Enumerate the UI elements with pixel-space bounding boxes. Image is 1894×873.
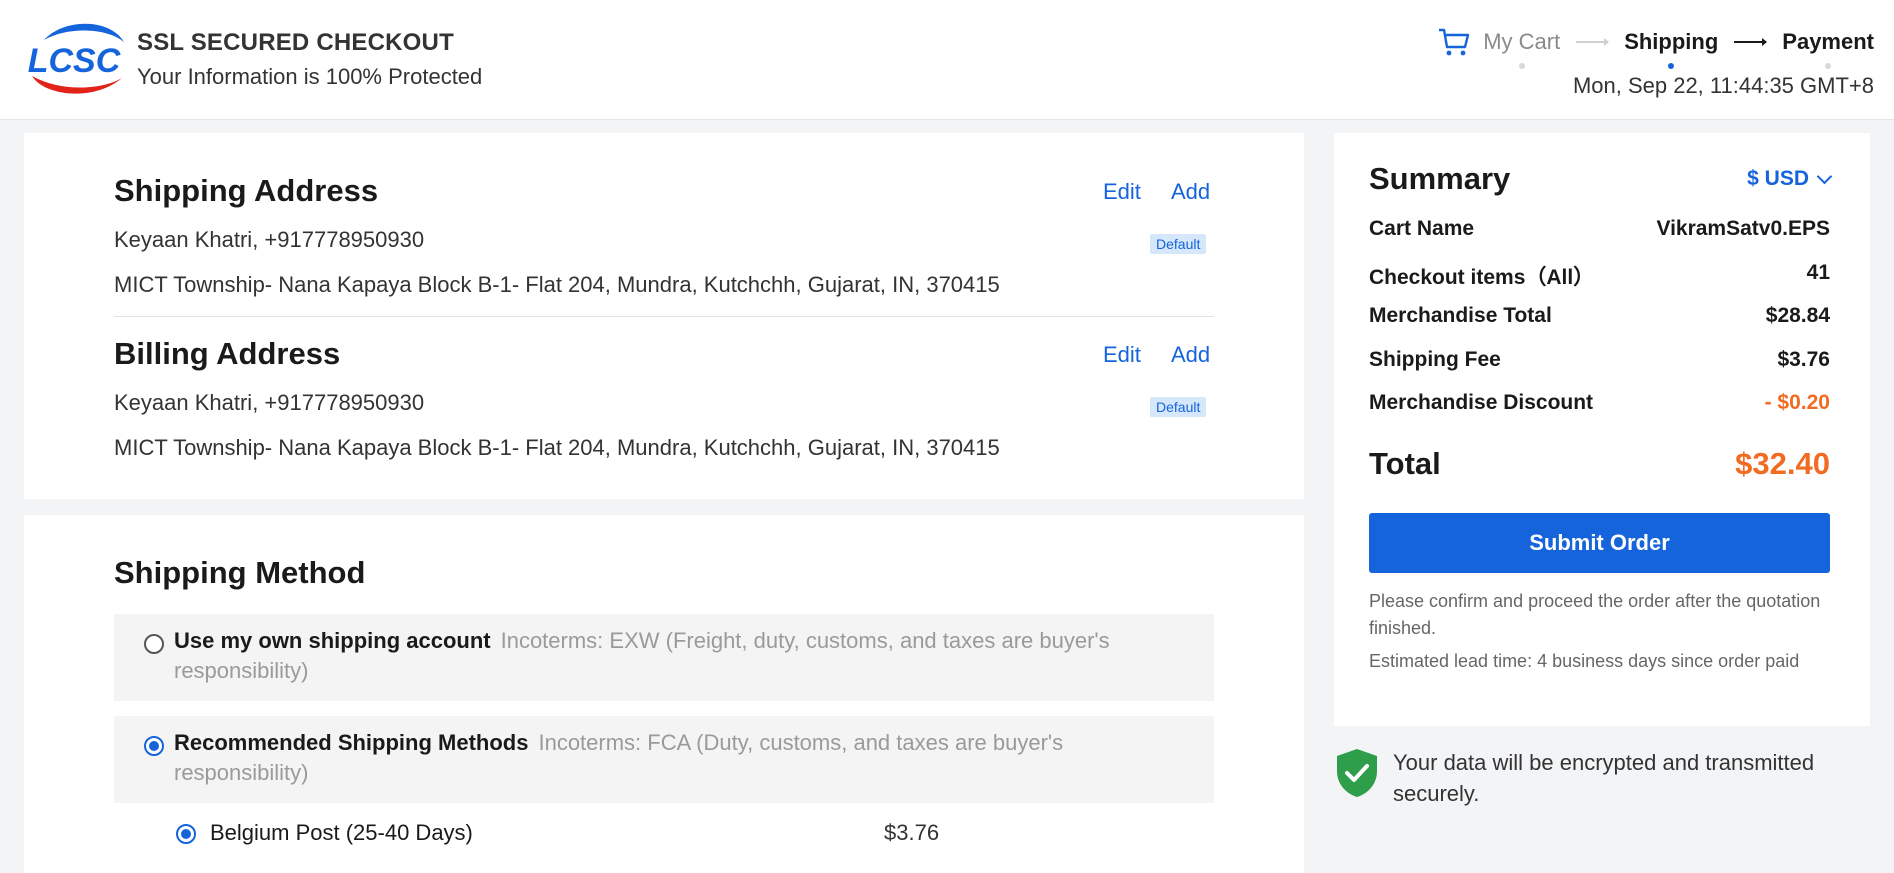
summary-total-row: Total $32.40 xyxy=(1369,446,1830,482)
step-dot xyxy=(1825,63,1832,69)
row-value: VikramSatv0.EPS xyxy=(1656,217,1830,240)
brand-subtitle: Your Information is 100% Protected xyxy=(137,64,483,89)
row-label: Merchandise Total xyxy=(1369,304,1552,327)
currency-label: $ USD xyxy=(1747,167,1809,190)
belgium-post-label[interactable]: Belgium Post (25-40 Days) xyxy=(210,820,473,846)
summary-row-discount: Merchandise Discount - $0.20 xyxy=(1369,391,1830,421)
row-label: Cart Name xyxy=(1369,217,1475,240)
quotation-note: Please confirm and proceed the order aft… xyxy=(1369,591,1821,638)
total-label: Total xyxy=(1369,446,1441,481)
billing-address-add-link[interactable]: Add xyxy=(1171,342,1210,368)
checkout-steps: My Cart Shipping Payment xyxy=(1437,24,1874,69)
currency-selector[interactable]: $ USD xyxy=(1747,167,1833,191)
row-value: $28.84 xyxy=(1765,304,1830,327)
shipping-option-own-account[interactable]: Use my own shipping account Incoterms: EX… xyxy=(114,614,1214,701)
chevron-down-icon xyxy=(1816,168,1833,184)
step-shipping: Shipping xyxy=(1624,29,1719,69)
summary-row-checkout-items: Checkout items（All） 41 xyxy=(1369,261,1830,291)
lcsc-logo[interactable]: LCSC xyxy=(24,20,126,100)
default-badge: Default xyxy=(1150,234,1207,254)
billing-address-edit-link[interactable]: Edit xyxy=(1103,342,1141,368)
step-arrow xyxy=(1734,38,1768,46)
step-dot xyxy=(1518,63,1525,69)
step-payment: Payment xyxy=(1782,29,1874,69)
address-divider xyxy=(114,316,1214,317)
step-label: My Cart xyxy=(1483,29,1561,54)
shipping-address-edit-link[interactable]: Edit xyxy=(1103,179,1141,205)
logo-text: LCSC xyxy=(28,42,121,80)
option-text: Use my own shipping account Incoterms: EX… xyxy=(174,626,1154,686)
default-badge: Default xyxy=(1150,397,1207,417)
shipping-address-add-link[interactable]: Add xyxy=(1171,179,1210,205)
summary-row-merchandise-total: Merchandise Total $28.84 xyxy=(1369,304,1830,334)
billing-address-title: Billing Address xyxy=(114,336,341,371)
cart-icon xyxy=(1439,28,1470,56)
billing-name-phone: Keyaan Khatri, +917778950930 xyxy=(114,390,425,415)
step-label: Shipping xyxy=(1624,29,1719,54)
row-label: Checkout items（All） xyxy=(1369,266,1595,289)
step-label: Payment xyxy=(1782,29,1874,54)
address-panel: Shipping Address Edit Add Keyaan Khatri,… xyxy=(24,133,1304,499)
row-value: - $0.20 xyxy=(1764,391,1830,414)
row-value: 41 xyxy=(1806,261,1830,284)
step-dot-active xyxy=(1668,63,1675,69)
radio-own-account[interactable] xyxy=(144,634,164,654)
secure-text: Your data will be encrypted and transmit… xyxy=(1393,750,1815,806)
option-label: Use my own shipping account xyxy=(174,628,491,653)
summary-row-shipping-fee: Shipping Fee $3.76 xyxy=(1369,348,1830,378)
row-label: Shipping Fee xyxy=(1369,348,1501,371)
step-arrow xyxy=(1576,38,1610,46)
radio-belgium-post[interactable] xyxy=(176,824,196,844)
submit-order-button[interactable]: Submit Order xyxy=(1369,513,1830,573)
timestamp: Mon, Sep 22, 11:44:35 GMT+8 xyxy=(1572,73,1874,98)
radio-recommended[interactable] xyxy=(144,736,164,756)
summary-row-cart-name: Cart Name VikramSatv0.EPS xyxy=(1369,217,1830,247)
shield-check-icon xyxy=(1337,749,1377,797)
total-value: $32.40 xyxy=(1735,446,1830,481)
lead-time-note: Estimated lead time: 4 business days sin… xyxy=(1369,651,1800,671)
row-value: $3.76 xyxy=(1777,348,1830,371)
checkout-header: LCSC SSL SECURED CHECKOUT Your Informati… xyxy=(0,0,1894,120)
shipping-option-recommended[interactable]: Recommended Shipping Methods Incoterms: F… xyxy=(114,716,1214,803)
option-text: Recommended Shipping Methods Incoterms: F… xyxy=(174,728,1154,788)
shipping-method-panel: Shipping Method Use my own shipping acco… xyxy=(24,515,1304,873)
shipping-name-phone: Keyaan Khatri, +917778950930 xyxy=(114,227,425,252)
option-label: Recommended Shipping Methods xyxy=(174,730,529,755)
brand-title: SSL SECURED CHECKOUT xyxy=(137,29,454,56)
belgium-post-price: $3.76 xyxy=(884,820,940,845)
step-my-cart[interactable]: My Cart xyxy=(1483,29,1561,69)
shipping-address-line: MICT Township- Nana Kapaya Block B-1- Fl… xyxy=(114,272,1000,297)
secure-notice: Your data will be encrypted and transmit… xyxy=(1334,747,1870,807)
row-label: Merchandise Discount xyxy=(1369,391,1594,414)
shipping-address-title: Shipping Address xyxy=(114,173,379,208)
billing-address-line: MICT Township- Nana Kapaya Block B-1- Fl… xyxy=(114,435,1000,460)
shipping-method-title: Shipping Method xyxy=(114,555,366,590)
summary-title: Summary xyxy=(1369,161,1511,196)
order-summary-panel: Summary $ USD Cart Name VikramSatv0.EPS C… xyxy=(1334,133,1870,726)
